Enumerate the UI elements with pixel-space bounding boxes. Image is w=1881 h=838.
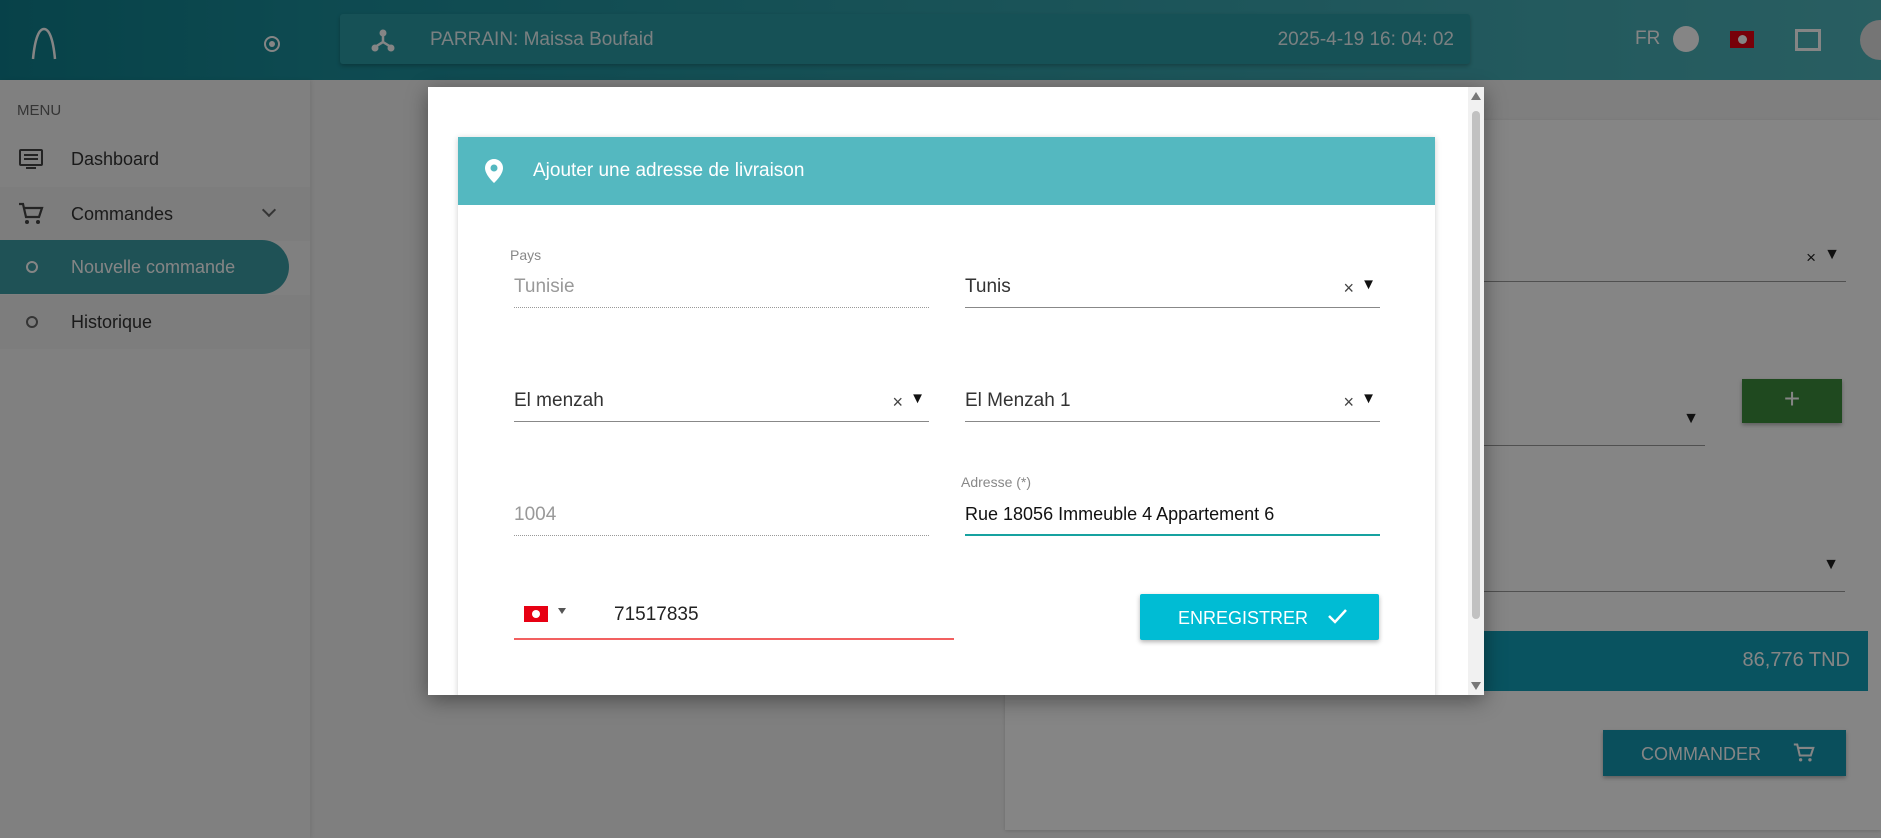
panel-title: Ajouter une adresse de livraison	[533, 160, 805, 181]
phone-value: 71517835	[614, 604, 699, 625]
address-value: Rue 18056 Immeuble 4 Appartement 6	[965, 504, 1275, 524]
scroll-down-icon[interactable]	[1471, 682, 1481, 690]
save-label: ENREGISTRER	[1178, 608, 1309, 628]
clear-icon[interactable]: ×	[892, 392, 903, 413]
address-panel: Ajouter une adresse de livraison Pays Tu…	[458, 137, 1435, 695]
dropdown-arrow-icon[interactable]: ▼	[1361, 390, 1376, 407]
check-icon	[1328, 609, 1347, 624]
scrollbar-thumb[interactable]	[1472, 111, 1480, 619]
dropdown-arrow-icon[interactable]: ▼	[910, 390, 925, 407]
caret-down-icon[interactable]	[558, 608, 566, 614]
address-label: Adresse (*)	[961, 474, 1032, 490]
governorate-select[interactable]: Tunis × ▼	[965, 268, 1380, 308]
country-field: Tunisie	[514, 268, 929, 308]
dropdown-arrow-icon[interactable]: ▼	[1361, 276, 1376, 293]
delegation-value: El menzah	[514, 390, 604, 411]
locality-select[interactable]: El Menzah 1 × ▼	[965, 382, 1380, 422]
panel-header: Ajouter une adresse de livraison	[458, 137, 1435, 205]
clear-icon[interactable]: ×	[1343, 278, 1354, 299]
phone-input[interactable]: 71517835	[514, 590, 954, 640]
location-pin-icon	[485, 159, 503, 183]
address-modal: Ajouter une adresse de livraison Pays Tu…	[428, 87, 1484, 695]
governorate-value: Tunis	[965, 276, 1011, 297]
tunisia-flag-icon[interactable]	[524, 606, 548, 622]
locality-value: El Menzah 1	[965, 390, 1071, 411]
delegation-select[interactable]: El menzah × ▼	[514, 382, 929, 422]
country-label: Pays	[510, 247, 542, 263]
address-input[interactable]: Rue 18056 Immeuble 4 Appartement 6	[965, 496, 1380, 536]
modal-scrollbar[interactable]	[1468, 87, 1484, 695]
clear-icon[interactable]: ×	[1343, 392, 1354, 413]
country-value: Tunisie	[514, 276, 575, 297]
postal-code-value: 1004	[514, 504, 557, 525]
save-button[interactable]: ENREGISTRER	[1140, 594, 1379, 640]
scroll-up-icon[interactable]	[1471, 92, 1481, 100]
postal-code-field: 1004	[514, 496, 929, 536]
